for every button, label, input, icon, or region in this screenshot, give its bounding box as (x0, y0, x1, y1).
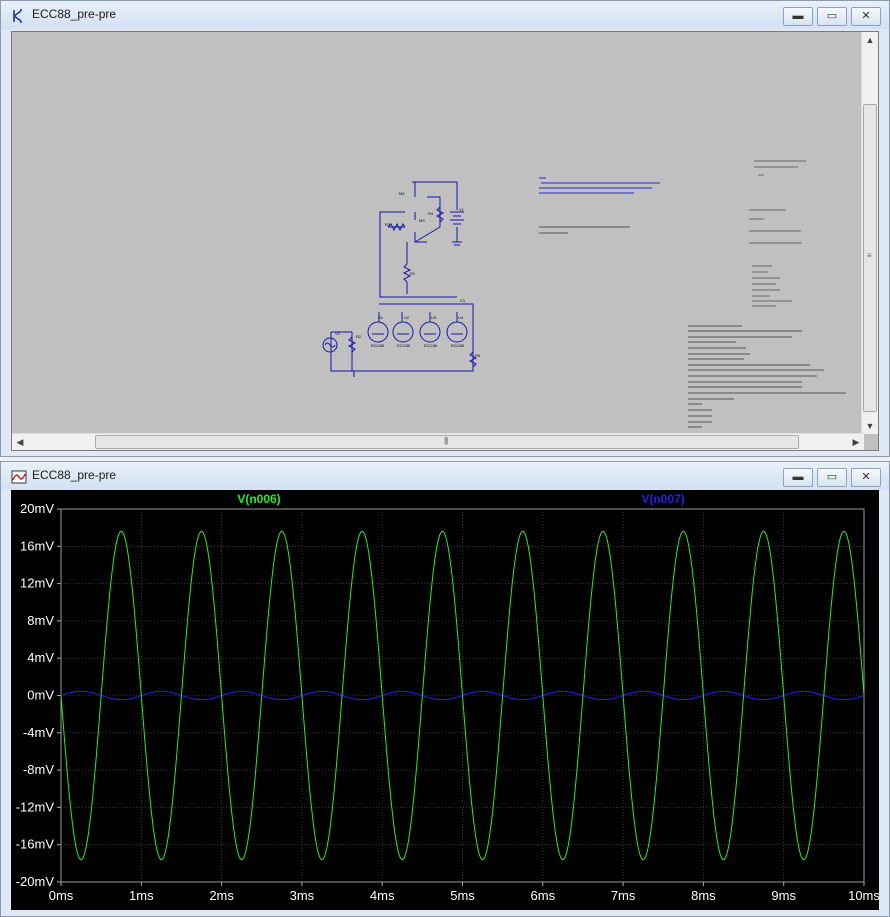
y-tick-label: -16mV (16, 837, 55, 852)
label-m2: M2 (399, 191, 405, 196)
plot-titlebar[interactable]: ECC88_pre-pre ▬ ▭ ✕ (1, 462, 889, 490)
label-u2: U2 (404, 315, 410, 320)
scroll-right-arrow-icon[interactable]: ▶ (848, 434, 864, 450)
maximize-icon: ▭ (826, 10, 838, 22)
spice-options-block (749, 160, 806, 307)
label-r5: R5 (475, 353, 481, 358)
schematic-window: ECC88_pre-pre ▬ ▭ ✕ M2 M3 R3 R4 V1 R1 C1… (0, 0, 890, 457)
waveform-app-icon (11, 470, 27, 484)
horizontal-grip-icon: ||| (444, 436, 448, 445)
spice-directive-params (539, 226, 630, 234)
label-c1: C1 (460, 298, 466, 303)
y-tick-label: 0mV (27, 688, 54, 703)
y-tick-label: -12mV (16, 799, 55, 814)
maximize-icon: ▭ (826, 471, 838, 483)
schematic-canvas[interactable]: M2 M3 R3 R4 V1 R1 C1 V2 R2 R5 U1 U2 U3 U… (11, 31, 879, 451)
label-u4: U4 (458, 315, 464, 320)
plot-traces (60, 530, 865, 861)
x-tick-label: 0ms (49, 888, 74, 903)
plot-tick-labels: 20mV 16mV 12mV 8mV 4mV 0mV -4mV -8mV -12mV -16mV -… (16, 501, 879, 903)
x-tick-label: 10ms (848, 888, 879, 903)
x-tick-label: 4ms (370, 888, 395, 903)
x-tick-label: 7ms (611, 888, 636, 903)
tube-symbols (367, 321, 468, 343)
schematic-window-title: ECC88_pre-pre (32, 7, 117, 21)
waveform-plot[interactable]: V(n006) V(n007) 20mV 16mV 12mV 8mV 4mV 0mV -4m… (11, 490, 879, 910)
y-tick-label: -20mV (16, 874, 55, 889)
minimize-icon: ▬ (792, 471, 804, 483)
plot-maximize-button[interactable]: ▭ (817, 468, 847, 487)
close-icon: ✕ (861, 10, 871, 22)
label-u1: U1 (378, 315, 384, 320)
minimize-icon: ▬ (792, 10, 804, 22)
label-tube-4: ECC88 (451, 343, 465, 348)
y-tick-label: 20mV (20, 501, 54, 516)
sine-source-symbol (322, 337, 338, 353)
label-r3: R3 (385, 222, 391, 227)
x-tick-label: 9ms (771, 888, 796, 903)
schematic-horizontal-scrollbar[interactable]: ◀ ||| ▶ (12, 433, 864, 450)
horizontal-scroll-thumb[interactable]: ||| (95, 435, 799, 449)
waveform-viewer[interactable]: V(n006) V(n007) 20mV 16mV 12mV 8mV 4mV 0mV -4m… (11, 490, 879, 910)
label-r2: R2 (356, 334, 362, 339)
label-m3: M3 (419, 218, 425, 223)
trace-v-n006- (60, 530, 865, 861)
plot-window-title: ECC88_pre-pre (32, 468, 117, 482)
plot-window: ECC88_pre-pre ▬ ▭ ✕ V(n006) V(n007) 20mV… (0, 461, 890, 917)
label-tube-1: ECC88 (371, 343, 385, 348)
vertical-scroll-thumb[interactable]: ≡ (863, 104, 877, 412)
schematic-app-icon (13, 9, 22, 23)
y-tick-label: -4mV (23, 725, 54, 740)
close-icon: ✕ (861, 471, 871, 483)
x-tick-label: 6ms (531, 888, 556, 903)
vertical-grip-icon: ≡ (867, 251, 872, 260)
minimize-button[interactable]: ▬ (783, 7, 813, 26)
schematic-drawing[interactable]: M2 M3 R3 R4 V1 R1 C1 V2 R2 R5 U1 U2 U3 U… (12, 32, 864, 434)
maximize-button[interactable]: ▭ (817, 7, 847, 26)
trace-legend-v-n006[interactable]: V(n006) (237, 492, 280, 506)
y-tick-label: 8mV (27, 613, 54, 628)
x-tick-label: 1ms (129, 888, 154, 903)
label-v1: V1 (459, 207, 465, 212)
scroll-down-arrow-icon[interactable]: ▼ (862, 418, 878, 434)
spice-directive-blue (539, 177, 660, 194)
x-tick-label: 8ms (691, 888, 716, 903)
x-tick-label: 3ms (290, 888, 315, 903)
y-tick-label: 12mV (20, 576, 54, 591)
plot-minimize-button[interactable]: ▬ (783, 468, 813, 487)
close-button[interactable]: ✕ (851, 7, 881, 26)
label-tube-3: ECC88 (424, 343, 438, 348)
trace-legend-v-n007[interactable]: V(n007) (641, 492, 684, 506)
label-r1: R1 (410, 271, 416, 276)
schematic-vertical-scrollbar[interactable]: ▲ ≡ ▼ (861, 32, 878, 434)
y-tick-label: 4mV (27, 650, 54, 665)
label-tube-2: ECC88 (397, 343, 411, 348)
label-v2: V2 (335, 331, 341, 336)
label-u3: U3 (431, 315, 437, 320)
label-r4: R4 (428, 211, 434, 216)
schematic-titlebar[interactable]: ECC88_pre-pre ▬ ▭ ✕ (1, 1, 889, 29)
scroll-left-arrow-icon[interactable]: ◀ (12, 434, 28, 450)
y-tick-label: 16mV (20, 538, 54, 553)
x-tick-label: 2ms (209, 888, 234, 903)
tube-model-netlist (688, 325, 846, 428)
scroll-up-arrow-icon[interactable]: ▲ (862, 32, 878, 48)
plot-close-button[interactable]: ✕ (851, 468, 881, 487)
x-tick-label: 5ms (450, 888, 475, 903)
y-tick-label: -8mV (23, 762, 54, 777)
